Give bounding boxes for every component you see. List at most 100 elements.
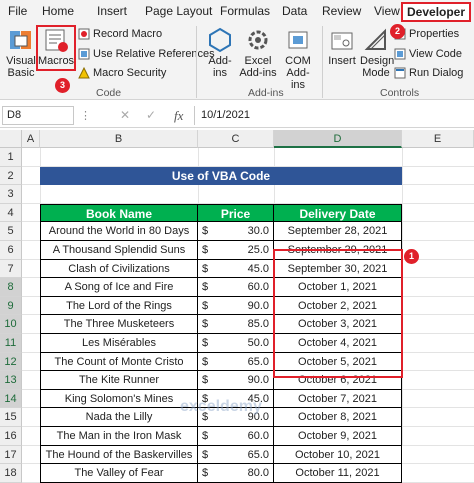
tab-home[interactable]: Home [42, 4, 74, 18]
row-header-5[interactable]: 5 [0, 222, 22, 241]
row-header-11[interactable]: 11 [0, 334, 22, 353]
price-value: 85.0 [247, 318, 269, 331]
book-name-cell[interactable]: Around the World in 80 Days [40, 222, 198, 241]
com-addins-button[interactable]: COM Add-ins [280, 27, 316, 91]
delivery-date-cell[interactable]: October 10, 2021 [274, 445, 402, 465]
tab-data[interactable]: Data [282, 4, 307, 18]
record-macro-button[interactable]: Record Macro [78, 28, 162, 40]
column-header-b[interactable]: B [40, 130, 198, 148]
tab-review[interactable]: Review [322, 4, 361, 18]
column-header-a[interactable]: A [22, 130, 40, 148]
sheet-title[interactable]: Use of VBA Code [40, 166, 402, 186]
price-cell[interactable]: $65.0 [198, 445, 274, 465]
price-cell[interactable]: $90.0 [198, 296, 274, 316]
row-header-16[interactable]: 16 [0, 427, 22, 446]
formula-input[interactable]: 10/1/2021 [194, 106, 472, 125]
row-header-14[interactable]: 14 [0, 389, 22, 409]
book-name-cell[interactable]: The Three Musketeers [40, 315, 198, 334]
delivery-date-cell[interactable]: September 28, 2021 [274, 222, 402, 241]
tab-view[interactable]: View [374, 4, 400, 18]
design-mode-button[interactable]: Design Mode [360, 27, 394, 79]
price-cell[interactable]: $65.0 [198, 352, 274, 372]
view-code-button[interactable]: View Code [394, 48, 462, 60]
delivery-date-cell[interactable]: October 8, 2021 [274, 408, 402, 427]
delivery-date-cell[interactable]: October 11, 2021 [274, 464, 402, 483]
book-name-cell[interactable]: Clash of Civilizations [40, 259, 198, 279]
excel-addins-button[interactable]: Excel Add-ins [238, 27, 278, 79]
row-header-15[interactable]: 15 [0, 408, 22, 427]
row-header-9[interactable]: 9 [0, 296, 22, 316]
price-cell[interactable]: $50.0 [198, 334, 274, 353]
tab-page-layout[interactable]: Page Layout [145, 4, 212, 18]
insert-control-button[interactable]: Insert [326, 27, 358, 67]
book-name-cell[interactable]: The Hound of the Baskervilles [40, 445, 198, 465]
delivery-date-cell[interactable]: October 7, 2021 [274, 389, 402, 409]
row-header-10[interactable]: 10 [0, 315, 22, 334]
name-box[interactable]: D8 [2, 106, 74, 125]
book-name-cell[interactable]: The Valley of Fear [40, 464, 198, 483]
tab-developer[interactable]: Developer [401, 2, 472, 22]
run-dialog-button[interactable]: Run Dialog [394, 67, 463, 79]
row-header-3[interactable]: 3 [0, 185, 22, 204]
select-all-corner[interactable] [0, 130, 22, 148]
record-macro-label: Record Macro [93, 28, 163, 40]
macro-security-label: Macro Security [93, 67, 167, 79]
price-cell[interactable]: $60.0 [198, 427, 274, 446]
book-name-cell[interactable]: King Solomon's Mines [40, 389, 198, 409]
tab-file[interactable]: File [8, 4, 27, 18]
row-header-8[interactable]: 8 [0, 278, 22, 297]
relative-references-icon [78, 48, 90, 60]
row-header-4[interactable]: 4 [0, 203, 22, 223]
column-header-d[interactable]: D [274, 130, 402, 148]
row-header-18[interactable]: 18 [0, 464, 22, 483]
cancel-icon[interactable]: ✕ [120, 108, 130, 122]
row-header-6[interactable]: 6 [0, 241, 22, 260]
row-header-7[interactable]: 7 [0, 259, 22, 279]
price-cell[interactable]: $30.0 [198, 222, 274, 241]
addins-label: Add-ins [208, 55, 232, 79]
book-name-cell[interactable]: Nada the Lilly [40, 408, 198, 427]
price-cell[interactable]: $25.0 [198, 241, 274, 260]
addins-button[interactable]: Add-ins [204, 27, 236, 79]
row-header-17[interactable]: 17 [0, 445, 22, 465]
tab-formulas[interactable]: Formulas [220, 4, 270, 18]
currency-symbol: $ [202, 281, 209, 294]
macro-security-button[interactable]: Macro Security [78, 67, 166, 79]
delivery-date-cell[interactable]: October 9, 2021 [274, 427, 402, 446]
insert-control-label: Insert [328, 55, 356, 67]
book-name-cell[interactable]: The Kite Runner [40, 371, 198, 390]
book-name-cell[interactable]: A Thousand Splendid Suns [40, 241, 198, 260]
run-dialog-icon [394, 67, 406, 79]
header-book-name[interactable]: Book Name [40, 203, 198, 223]
row-header-2[interactable]: 2 [0, 166, 22, 186]
visual-basic-button[interactable]: Visual Basic [4, 27, 38, 79]
insert-function-icon[interactable]: fx [174, 108, 183, 124]
row-header-1[interactable]: 1 [0, 148, 22, 167]
price-cell[interactable]: $90.0 [198, 371, 274, 390]
book-name-cell[interactable]: The Lord of the Rings [40, 296, 198, 316]
price-value: 65.0 [247, 355, 269, 368]
toolbox-icon [331, 32, 353, 50]
watermark: exceldemy [180, 398, 262, 415]
enter-icon[interactable]: ✓ [146, 108, 156, 122]
relative-references-button[interactable]: Use Relative References [78, 48, 215, 60]
book-name-cell[interactable]: A Song of Ice and Fire [40, 278, 198, 297]
properties-label: Properties [409, 28, 460, 40]
header-delivery-date[interactable]: Delivery Date [274, 203, 402, 223]
column-header-e[interactable]: E [402, 130, 474, 148]
book-name-cell[interactable]: The Count of Monte Cristo [40, 352, 198, 372]
column-header-c[interactable]: C [198, 130, 274, 148]
row-header-13[interactable]: 13 [0, 371, 22, 390]
tab-insert[interactable]: Insert [97, 4, 127, 18]
price-cell[interactable]: $80.0 [198, 464, 274, 483]
book-name-cell[interactable]: The Man in the Iron Mask [40, 427, 198, 446]
price-cell[interactable]: $85.0 [198, 315, 274, 334]
currency-symbol: $ [202, 225, 209, 238]
header-price[interactable]: Price [198, 203, 274, 223]
row-header-12[interactable]: 12 [0, 352, 22, 372]
price-value: 90.0 [247, 299, 269, 312]
price-cell[interactable]: $45.0 [198, 259, 274, 279]
book-name-cell[interactable]: Les Misérables [40, 334, 198, 353]
ribbon-tabs: File Home Insert Page Layout Formulas Da… [0, 0, 474, 39]
price-cell[interactable]: $60.0 [198, 278, 274, 297]
